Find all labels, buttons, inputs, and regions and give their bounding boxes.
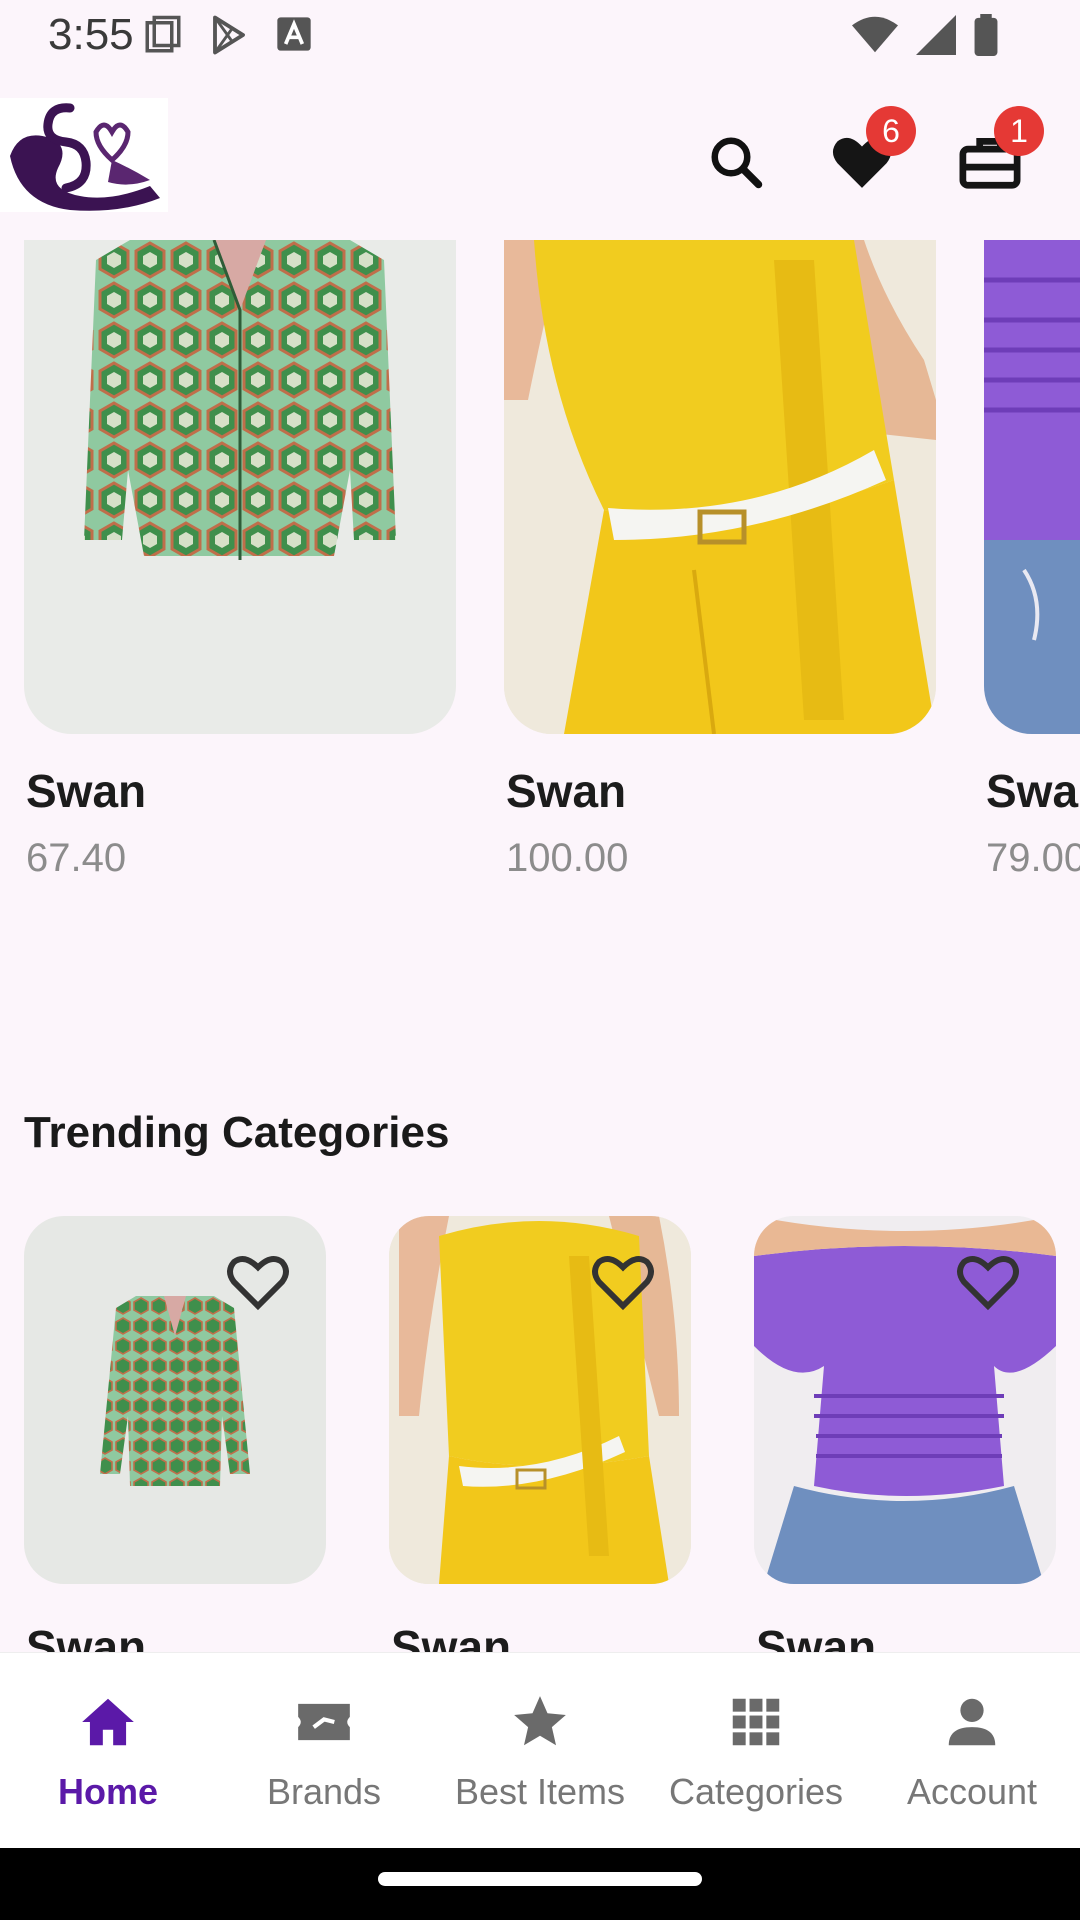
trending-name: Swan [756, 1621, 877, 1652]
product-image-yellow-outfit[interactable] [504, 240, 936, 734]
trending-image-green-blazer[interactable] [24, 1216, 326, 1584]
heart-outline-icon[interactable] [226, 1252, 290, 1312]
product-name: Swan [506, 765, 627, 817]
product-price: 79.00 [986, 836, 1080, 880]
product-image-green-blazer[interactable] [24, 240, 456, 734]
product-name: Swan [26, 765, 147, 817]
status-bar: 3:55 [0, 0, 1080, 72]
trending-name: Swan [26, 1621, 147, 1652]
wishlist-button[interactable]: 6 [822, 106, 916, 202]
product-name: Swan [986, 765, 1080, 817]
person-icon [948, 1698, 996, 1746]
trending-image-purple-top[interactable] [754, 1216, 1056, 1584]
font-a-icon [277, 17, 311, 51]
product-image-purple-top[interactable] [984, 240, 1080, 734]
trending-card[interactable]: Swan [754, 1216, 1056, 1652]
nav-home[interactable]: Home [0, 1653, 216, 1848]
cart-button[interactable]: 1 [950, 106, 1044, 202]
nav-label: Account [906, 1771, 1038, 1812]
trending-image-yellow-outfit[interactable] [389, 1216, 691, 1584]
swan-logo[interactable] [0, 98, 168, 212]
ticket-icon [298, 1703, 350, 1741]
grid-icon [732, 1698, 780, 1746]
product-price: 67.40 [26, 836, 127, 880]
star-icon [514, 1696, 566, 1746]
play-store-icon [213, 15, 245, 55]
nav-categories[interactable]: Categories [648, 1653, 864, 1848]
status-notification-icons [142, 14, 314, 56]
status-system-icons [852, 14, 998, 56]
swan-logo-icon [10, 103, 160, 211]
gesture-navigation-area [0, 1848, 1080, 1920]
product-card[interactable]: Swan 67.40 [24, 240, 456, 881]
status-time: 3:55 [48, 10, 134, 59]
trending-card[interactable]: Swan [389, 1216, 691, 1652]
nav-label: Home [57, 1771, 159, 1812]
nav-label: Brands [266, 1771, 382, 1812]
home-gesture-handle[interactable] [378, 1872, 702, 1886]
product-card[interactable]: Swan 79.00 [984, 240, 1080, 881]
product-price: 100.00 [506, 836, 629, 880]
nav-brands[interactable]: Brands [216, 1653, 432, 1848]
wifi-icon [852, 16, 898, 53]
battery-icon [974, 14, 998, 56]
cart-count-badge: 1 [994, 106, 1044, 156]
product-card[interactable]: Swan 100.00 [504, 240, 936, 881]
clipboard-icon [145, 15, 181, 53]
heart-outline-icon[interactable] [956, 1252, 1020, 1312]
search-button[interactable] [696, 122, 776, 202]
trending-card[interactable]: Swan [24, 1216, 326, 1652]
heart-outline-icon[interactable] [591, 1252, 655, 1312]
nav-best-items[interactable]: Best Items [432, 1653, 648, 1848]
nav-label: Best Items [454, 1771, 626, 1812]
app-header: 6 1 [0, 72, 1080, 240]
trending-categories-title: Trending Categories [24, 1108, 450, 1157]
product-carousel[interactable]: Swan 67.40 Swan 100.00 Swa 79.00 [0, 240, 1080, 900]
home-icon [82, 1698, 134, 1746]
cellular-signal-icon [916, 15, 956, 55]
nav-label: Categories [668, 1771, 844, 1812]
search-icon [711, 137, 763, 189]
trending-name: Swan [391, 1621, 512, 1652]
nav-account[interactable]: Account [864, 1653, 1080, 1848]
bottom-navigation: Home Brands Best Items Categories Accoun… [0, 1652, 1080, 1848]
trending-carousel[interactable]: Swan Swan Swan [0, 1216, 1080, 1652]
wishlist-count-badge: 6 [866, 106, 916, 156]
